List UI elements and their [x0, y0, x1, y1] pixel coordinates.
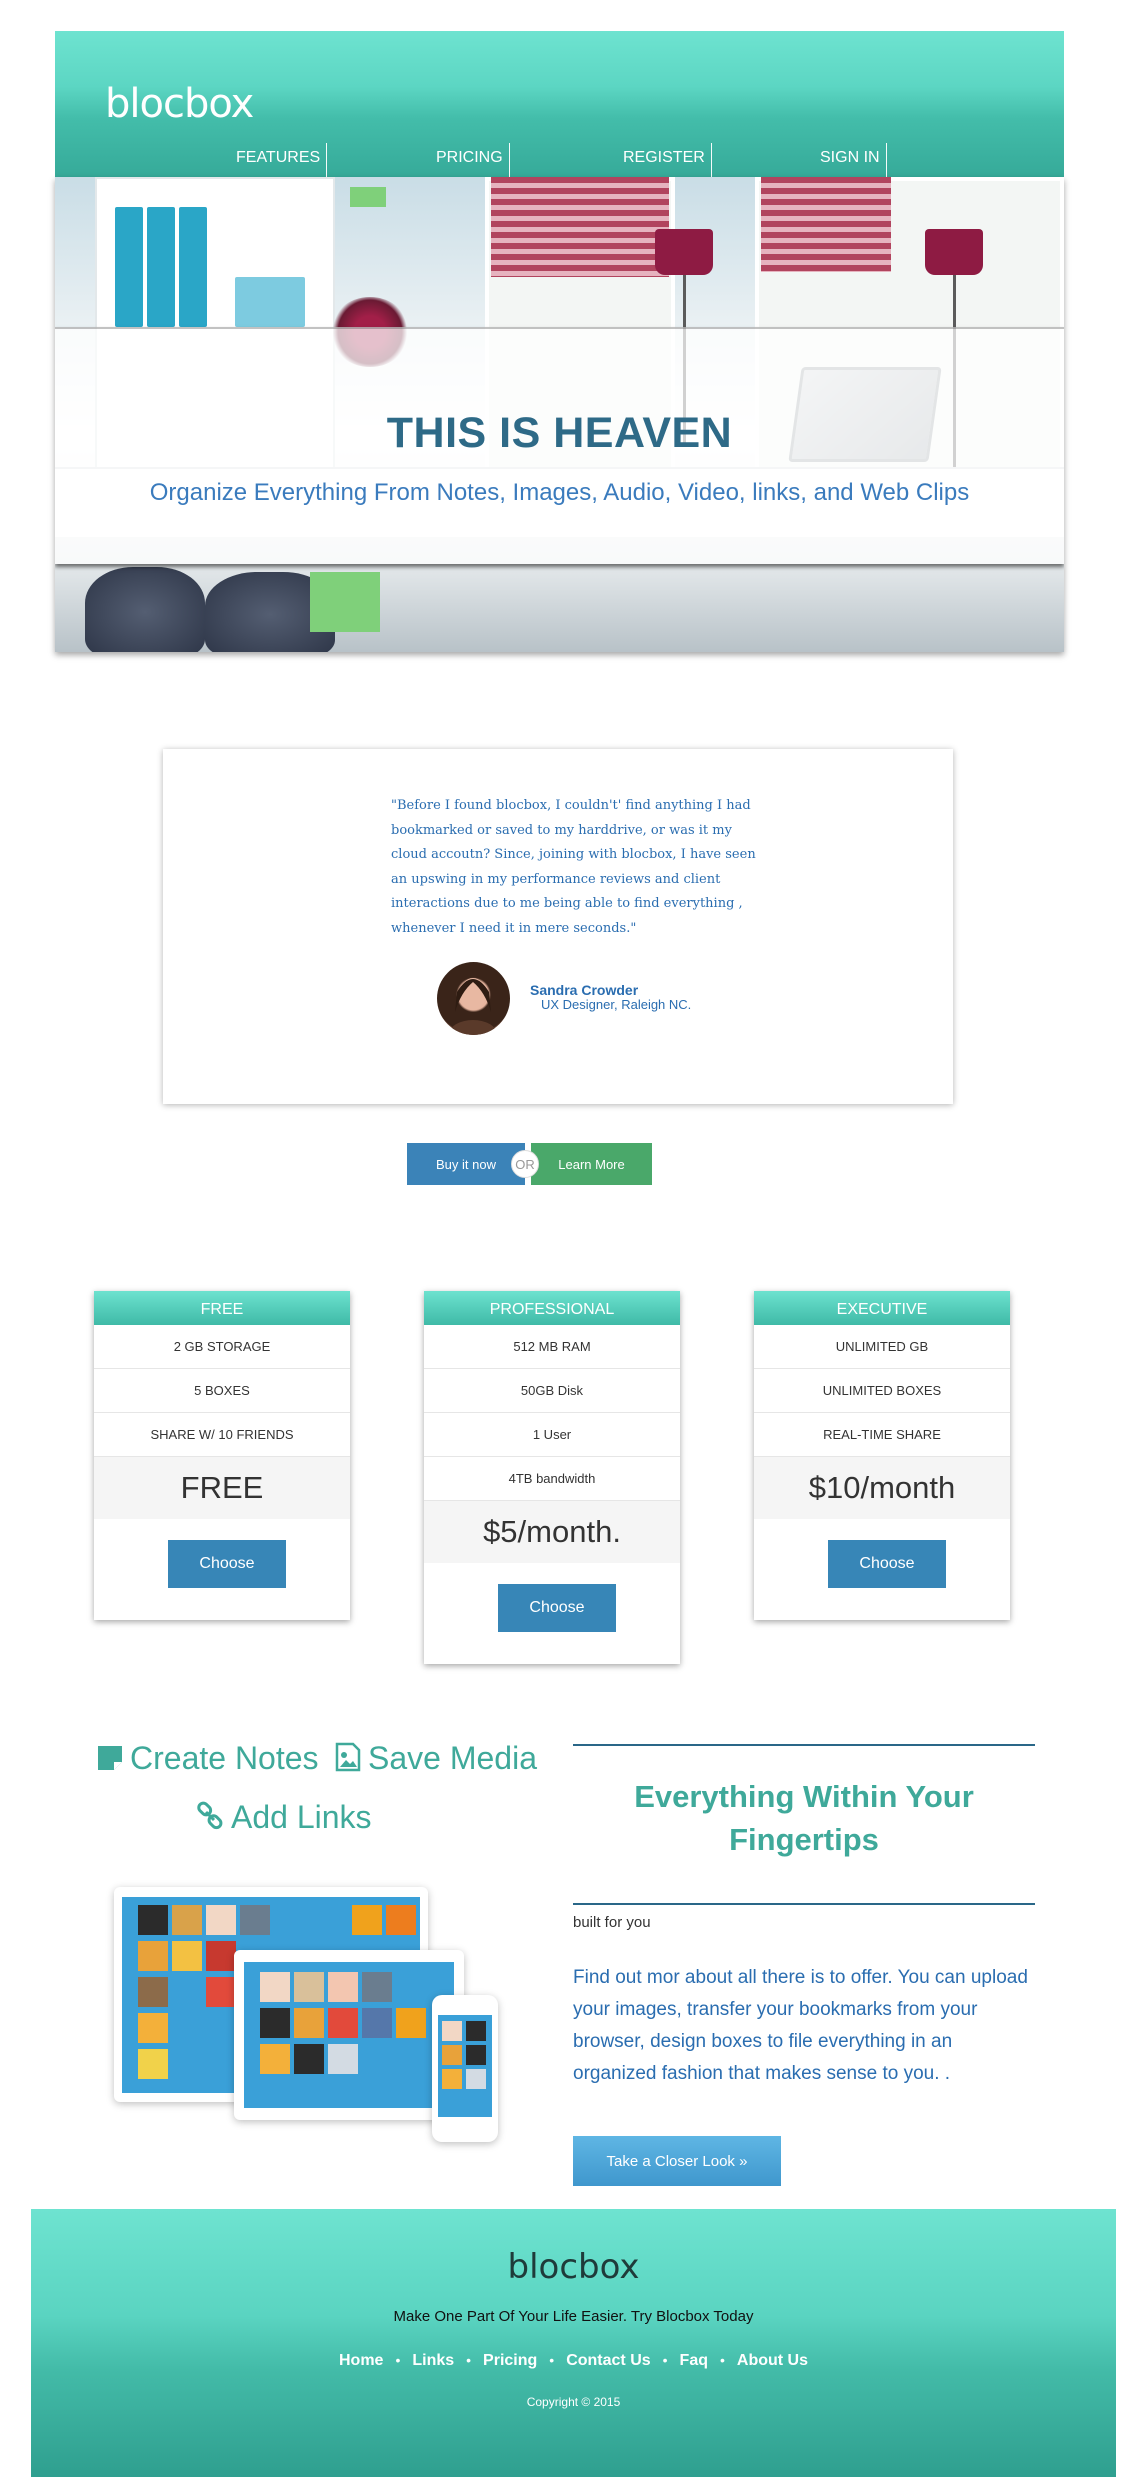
add-links-link[interactable]: Add Links	[195, 1799, 372, 1836]
plan-executive: EXECUTIVE UNLIMITED GB UNLIMITED BOXES R…	[754, 1291, 1010, 1620]
footer-copyright: Copyright © 2015	[526, 2395, 621, 2409]
phone-device	[432, 1995, 498, 2142]
testimonial-author-name: Sandra Crowder	[530, 982, 639, 998]
plan-feature: 5 BOXES	[94, 1369, 350, 1413]
main-nav: FEATURES PRICING REGISTER SIGN IN	[55, 143, 1064, 177]
buy-now-button[interactable]: Buy it now	[407, 1143, 525, 1185]
tablet-device	[234, 1950, 464, 2120]
plan-price: $10/month	[754, 1457, 1010, 1519]
plan-feature: 50GB Disk	[424, 1369, 680, 1413]
save-media-link[interactable]: Save Media	[334, 1740, 537, 1777]
plan-feature: REAL-TIME SHARE	[754, 1413, 1010, 1457]
footer-link-contact-us[interactable]: Contact Us	[566, 2352, 650, 2369]
create-notes-link[interactable]: Create Notes	[96, 1740, 319, 1777]
plan-action: Choose	[754, 1519, 1010, 1620]
choose-professional-button[interactable]: Choose	[498, 1584, 616, 1632]
or-divider: OR	[511, 1150, 539, 1178]
nav-sign-in[interactable]: SIGN IN	[820, 143, 887, 177]
save-media-label: Save Media	[368, 1740, 537, 1776]
take-closer-look-button[interactable]: Take a Closer Look »	[573, 2136, 781, 2186]
hero-title: THIS IS HEAVEN	[386, 409, 733, 457]
plan-free: FREE 2 GB STORAGE 5 BOXES SHARE W/ 10 FR…	[94, 1291, 350, 1620]
footer-link-pricing[interactable]: Pricing	[483, 2352, 537, 2369]
footer-link-faq[interactable]: Faq	[680, 2352, 708, 2369]
section-tagline: built for you	[573, 1914, 651, 1931]
avatar	[437, 962, 510, 1035]
hero: THIS IS HEAVEN Organize Everything From …	[55, 177, 1064, 652]
learn-more-button[interactable]: Learn More	[531, 1143, 652, 1185]
footer-link-links[interactable]: Links	[412, 2352, 454, 2369]
section-title: Everything Within Your Fingertips	[634, 1779, 974, 1857]
nav-register[interactable]: REGISTER	[623, 143, 712, 177]
plan-feature: 2 GB STORAGE	[94, 1325, 350, 1369]
section-body: Find out mor about all there is to offer…	[573, 1967, 1028, 2084]
logo[interactable]: blocbox	[105, 81, 254, 127]
footer-tagline: Make One Part Of Your Life Easier. Try B…	[393, 2308, 754, 2325]
hero-subtitle: Organize Everything From Notes, Images, …	[149, 479, 970, 506]
plan-feature: UNLIMITED BOXES	[754, 1369, 1010, 1413]
nav-pricing[interactable]: PRICING	[436, 143, 510, 177]
plan-feature: SHARE W/ 10 FRIENDS	[94, 1413, 350, 1457]
nav-features[interactable]: FEATURES	[236, 143, 328, 177]
site-footer: blocbox Make One Part Of Your Life Easie…	[31, 2209, 1116, 2477]
add-links-label: Add Links	[231, 1799, 372, 1835]
divider-bottom	[573, 1903, 1035, 1905]
plan-price: $5/month.	[424, 1501, 680, 1563]
footer-link-home[interactable]: Home	[339, 2352, 383, 2369]
note-icon	[98, 1746, 122, 1770]
image-file-icon	[335, 1742, 361, 1772]
footer-nav: Home • Links • Pricing • Contact Us • Faq • About …	[338, 2352, 809, 2369]
plan-feature: 1 User	[424, 1413, 680, 1457]
site-header: blocbox FEATURES PRICING REGISTER SIGN I…	[55, 31, 1064, 177]
testimonial-quote: "Before I found blocbox, I couldn't' fin…	[391, 798, 756, 936]
link-icon	[197, 1801, 223, 1830]
choose-free-button[interactable]: Choose	[168, 1540, 286, 1588]
hero-banner: THIS IS HEAVEN Organize Everything From …	[55, 327, 1064, 564]
footer-link-about-us[interactable]: About Us	[737, 2352, 808, 2369]
testimonial-author-role: UX Designer, Raleigh NC.	[541, 997, 692, 1012]
plan-feature: 4TB bandwidth	[424, 1457, 680, 1501]
plan-action: Choose	[424, 1563, 680, 1664]
testimonial-card: "Before I found blocbox, I couldn't' fin…	[163, 749, 953, 1104]
choose-executive-button[interactable]: Choose	[828, 1540, 946, 1588]
plan-name: PROFESSIONAL	[424, 1291, 680, 1325]
plan-feature: 512 MB RAM	[424, 1325, 680, 1369]
footer-logo[interactable]: blocbox	[31, 2247, 1116, 2287]
plan-action: Choose	[94, 1519, 350, 1620]
plan-price: FREE	[94, 1457, 350, 1519]
plan-feature: UNLIMITED GB	[754, 1325, 1010, 1369]
plan-name: FREE	[94, 1291, 350, 1325]
plan-professional: PROFESSIONAL 512 MB RAM 50GB Disk 1 User…	[424, 1291, 680, 1664]
create-notes-label: Create Notes	[130, 1740, 319, 1776]
divider-top	[573, 1744, 1035, 1746]
plan-name: EXECUTIVE	[754, 1291, 1010, 1325]
person-icon	[449, 978, 497, 1035]
